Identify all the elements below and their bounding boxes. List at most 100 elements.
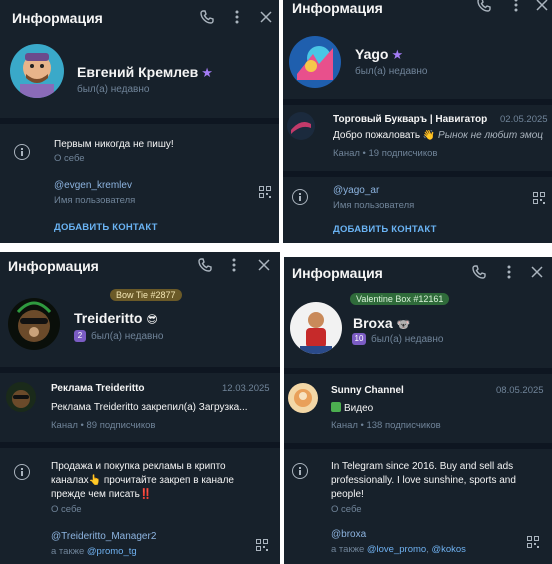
gift-badge[interactable]: Valentine Box #12161 bbox=[350, 293, 450, 305]
also-username-link[interactable]: @love_promo bbox=[367, 544, 426, 555]
last-seen-status: был(а) недавно bbox=[371, 334, 444, 345]
bio-line-3: прежде чем писать‼️ bbox=[51, 489, 153, 500]
profile-name-row: Treideritto 😎 bbox=[74, 310, 158, 326]
channel-message-text: Видео bbox=[344, 403, 374, 414]
separator bbox=[0, 118, 279, 124]
channel-message: Видео bbox=[331, 402, 531, 414]
separator bbox=[283, 171, 552, 177]
header-title: Информация bbox=[292, 0, 383, 16]
bio-text: Первым никогда не пишу! bbox=[54, 139, 174, 150]
last-seen-status: был(а) недавно bbox=[91, 331, 164, 342]
username-value[interactable]: @yago_ar bbox=[333, 185, 379, 196]
last-seen-status: был(а) недавно bbox=[77, 84, 150, 95]
premium-star-icon[interactable]: ★ bbox=[201, 65, 213, 80]
profile-name-row: Broxa 🐨 bbox=[353, 315, 410, 331]
phone-icon[interactable] bbox=[475, 0, 493, 14]
profile-panel-2: Информация Yago ★ был(а) недавно Торговый… bbox=[283, 0, 552, 243]
phone-icon[interactable] bbox=[470, 263, 488, 281]
close-icon[interactable] bbox=[533, 0, 551, 14]
channel-avatar[interactable] bbox=[6, 382, 36, 412]
header-title: Информация bbox=[8, 258, 99, 274]
level-badge: 2 bbox=[74, 330, 86, 342]
also-prefix: а также bbox=[51, 546, 85, 557]
header-title: Информация bbox=[292, 265, 383, 281]
also-prefix: а также bbox=[331, 544, 365, 555]
bio-line-1: In Telegram since 2016. Buy and sell ads bbox=[331, 461, 514, 472]
channel-date: 12.03.2025 bbox=[222, 383, 270, 394]
channel-message: Добро пожаловать 👋 Рынок не любит эмоц bbox=[333, 130, 545, 141]
channel-date: 08.05.2025 bbox=[496, 385, 544, 396]
channel-subtitle: Канал • 89 подписчиков bbox=[51, 420, 156, 431]
channel-message-italic: Рынок не любит эмоц bbox=[438, 130, 543, 141]
more-vertical-icon[interactable] bbox=[500, 263, 518, 281]
separator bbox=[284, 443, 552, 449]
channel-subtitle: Канал • 138 подписчиков bbox=[331, 420, 441, 431]
username-value[interactable]: @broxa bbox=[331, 529, 366, 540]
panel-header: Информация bbox=[0, 252, 280, 288]
qr-code-icon[interactable] bbox=[256, 539, 268, 551]
channel-message-text: Добро пожаловать 👋 bbox=[333, 130, 436, 141]
info-icon bbox=[14, 144, 30, 160]
profile-name-row: Евгений Кремлев ★ bbox=[77, 64, 213, 81]
info-icon bbox=[292, 189, 308, 205]
avatar[interactable] bbox=[289, 36, 341, 88]
also-username-link[interactable]: @promo_tg bbox=[87, 546, 137, 557]
level-badge: 10 bbox=[352, 333, 366, 345]
channel-date: 02.05.2025 bbox=[500, 114, 548, 125]
bio-label: О себе bbox=[51, 504, 82, 515]
bio-line-2: каналах👆 прочитайте закреп в канале bbox=[51, 475, 234, 486]
more-vertical-icon[interactable] bbox=[228, 8, 246, 26]
close-icon[interactable] bbox=[528, 263, 546, 281]
bio-line-1: Продажа и покупка рекламы в крипто bbox=[51, 461, 226, 472]
profile-panel-3: Информация Bow Tie #2877 Treideritto 😎 2… bbox=[0, 252, 280, 564]
channel-avatar[interactable] bbox=[288, 383, 318, 413]
gift-badge[interactable]: Bow Tie #2877 bbox=[110, 289, 182, 301]
also-username-link[interactable]: @kokos bbox=[431, 544, 465, 555]
qr-code-icon[interactable] bbox=[527, 536, 539, 548]
panel-header: Информация bbox=[0, 0, 279, 36]
phone-icon[interactable] bbox=[198, 8, 216, 26]
avatar[interactable] bbox=[290, 302, 342, 354]
bio-line-2: professionally. I love sunshine, sports … bbox=[331, 475, 516, 486]
close-icon[interactable] bbox=[255, 256, 273, 274]
profile-name: Yago bbox=[355, 46, 389, 62]
channel-subtitle: Канал • 19 подписчиков bbox=[333, 148, 438, 159]
emoji-status-icon[interactable]: 🐨 bbox=[397, 319, 411, 331]
username-label: Имя пользователя bbox=[333, 200, 415, 211]
qr-code-icon[interactable] bbox=[259, 186, 271, 198]
close-icon[interactable] bbox=[257, 8, 275, 26]
header-title: Информация bbox=[12, 10, 103, 26]
username-value[interactable]: @evgen_kremlev bbox=[54, 180, 132, 191]
qr-code-icon[interactable] bbox=[533, 192, 545, 204]
profile-name: Евгений Кремлев bbox=[77, 64, 199, 80]
add-contact-button[interactable]: ДОБАВИТЬ КОНТАКТ bbox=[333, 224, 437, 235]
more-vertical-icon[interactable] bbox=[507, 0, 525, 14]
profile-name-row: Yago ★ bbox=[355, 46, 403, 63]
username-value[interactable]: @Treideritto_Manager2 bbox=[51, 531, 156, 542]
separator bbox=[0, 442, 280, 448]
bio-line-3: people! bbox=[331, 489, 364, 500]
premium-star-icon[interactable]: ★ bbox=[391, 47, 403, 62]
panel-header: Информация bbox=[284, 257, 552, 293]
profile-panel-4: Информация Valentine Box #12161 Broxa 🐨 … bbox=[284, 257, 552, 564]
more-vertical-icon[interactable] bbox=[225, 256, 243, 274]
channel-title[interactable]: Реклама Treideritto bbox=[51, 383, 145, 394]
profile-name: Broxa bbox=[353, 315, 393, 331]
avatar[interactable] bbox=[8, 298, 60, 350]
also-usernames: а также @promo_tg bbox=[51, 546, 137, 557]
emoji-status-icon[interactable]: 😎 bbox=[146, 314, 157, 326]
channel-avatar[interactable] bbox=[287, 112, 315, 140]
separator bbox=[284, 368, 552, 374]
last-seen-status: был(а) недавно bbox=[355, 66, 428, 77]
info-icon bbox=[14, 464, 30, 480]
channel-title[interactable]: Торговый Букваръ | Навигатор bbox=[333, 114, 487, 125]
separator bbox=[0, 367, 280, 373]
channel-title[interactable]: Sunny Channel bbox=[331, 385, 404, 396]
add-contact-button[interactable]: ДОБАВИТЬ КОНТАКТ bbox=[54, 222, 158, 233]
channel-message: Реклама Treideritto закрепил(а) Загрузка… bbox=[51, 402, 248, 413]
also-usernames: а также @love_promo, @kokos bbox=[331, 544, 466, 555]
bio-label: О себе bbox=[54, 153, 85, 164]
avatar[interactable] bbox=[10, 44, 64, 98]
username-label: Имя пользователя bbox=[54, 195, 136, 206]
phone-icon[interactable] bbox=[196, 256, 214, 274]
